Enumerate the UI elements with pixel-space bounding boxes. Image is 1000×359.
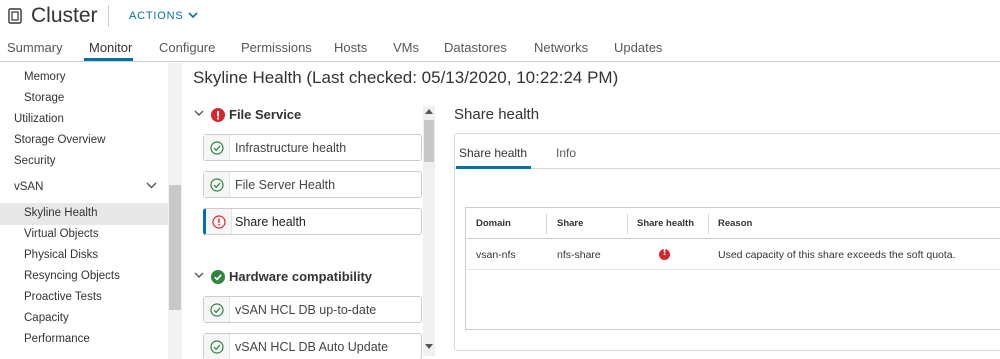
column-resize-handle[interactable] [546,214,547,234]
tab-info[interactable]: Info [556,146,576,160]
column-header-share[interactable]: Share [557,218,583,229]
health-check-infrastructure-health[interactable]: Infrastructure health [203,134,422,161]
scroll-up-icon[interactable] [425,109,433,114]
tab-share-health[interactable]: Share health [459,146,527,160]
column-header-share-health[interactable]: Share health [637,218,694,229]
table-header: Domain Share Share health Reason [466,208,1000,239]
chevron-down-icon [187,12,198,18]
group-file-service[interactable]: File Service [229,107,301,122]
column-header-domain[interactable]: Domain [476,218,511,229]
detail-tabs-divider [455,168,1000,169]
health-check-label: File Server Health [235,178,336,192]
cell-reason: Used capacity of this share exceeds the … [718,249,956,261]
sidebar-item-virtual-objects[interactable]: Virtual Objects [24,228,99,240]
header-divider [108,5,109,27]
page-title: Cluster [31,4,98,27]
sidebar-item-utilization[interactable]: Utilization [14,113,64,125]
scroll-down-icon[interactable] [425,344,433,349]
sidebar-item-physical-disks[interactable]: Physical Disks [24,249,98,261]
ok-status-icon [204,172,230,197]
sidebar-item-security[interactable]: Security [14,155,56,167]
sidebar-group-vsan[interactable]: vSAN [14,181,43,193]
page-header: Cluster ACTIONS [0,0,1000,32]
health-check-label: vSAN HCL DB up-to-date [235,303,377,317]
tab-datastores[interactable]: Datastores [444,40,507,55]
ok-status-icon [211,270,225,284]
tab-hosts[interactable]: Hosts [334,40,367,55]
chevron-down-icon[interactable] [194,272,204,279]
active-tab-indicator [84,58,133,61]
tab-updates[interactable]: Updates [614,40,662,55]
cluster-icon [8,8,22,24]
sidebar-item-storage[interactable]: Storage [24,92,64,104]
ok-status-icon [204,135,230,160]
tab-vms[interactable]: VMs [393,40,419,55]
sidebar-item-capacity[interactable]: Capacity [24,312,69,324]
table-row[interactable]: vsan-nfs nfs-share Used capacity of this… [466,239,1000,270]
actions-menu-button[interactable]: ACTIONS [129,10,198,22]
skyline-health-title: Skyline Health (Last checked: 05/13/2020… [193,68,619,87]
tab-networks[interactable]: Networks [534,40,588,55]
error-status-icon [659,248,670,260]
sidebar-item-skyline-health[interactable]: Skyline Health [24,207,98,219]
sidebar-item-memory[interactable]: Memory [24,71,66,83]
sidebar-scrollbar-thumb[interactable] [169,185,181,310]
tab-summary[interactable]: Summary [7,40,63,55]
cell-share: nfs-share [557,249,601,261]
ok-status-icon [204,297,230,322]
health-check-file-server-health[interactable]: File Server Health [203,171,422,198]
actions-label: ACTIONS [129,10,184,22]
sidebar-item-storage-overview[interactable]: Storage Overview [14,134,105,146]
monitor-sidebar: Memory Storage Utilization Storage Overv… [0,63,168,359]
health-check-label: Share health [235,215,306,229]
health-list-scrollbar-thumb[interactable] [424,120,434,162]
health-check-share-health[interactable]: Share health [203,208,422,235]
group-hardware-compatibility[interactable]: Hardware compatibility [229,269,372,284]
sidebar-item-proactive-tests[interactable]: Proactive Tests [24,291,102,303]
tab-permissions[interactable]: Permissions [241,40,312,55]
column-resize-handle[interactable] [627,214,628,234]
object-tabs: Summary Monitor Configure Permissions Ho… [0,36,1000,62]
tab-monitor[interactable]: Monitor [89,40,132,55]
sidebar-item-resyncing-objects[interactable]: Resyncing Objects [24,270,120,282]
error-status-icon [206,209,232,234]
health-check-label: Infrastructure health [235,141,347,155]
chevron-down-icon[interactable] [146,182,157,189]
health-check-hcl-db-up-to-date[interactable]: vSAN HCL DB up-to-date [203,296,422,323]
share-health-table: Domain Share Share health Reason vsan-nf… [465,207,1000,330]
column-header-reason[interactable]: Reason [718,218,752,229]
health-check-label: vSAN HCL DB Auto Update [235,340,389,354]
tab-configure[interactable]: Configure [159,40,215,55]
detail-title: Share health [454,106,540,123]
error-status-icon [211,108,225,122]
ok-status-icon [204,334,230,359]
sidebar-item-performance[interactable]: Performance [24,333,90,345]
health-check-hcl-db-auto-update[interactable]: vSAN HCL DB Auto Update [203,333,422,359]
column-resize-handle[interactable] [708,214,709,234]
active-detail-tab-indicator [456,166,531,169]
cell-domain: vsan-nfs [476,249,516,261]
chevron-down-icon[interactable] [194,110,204,117]
